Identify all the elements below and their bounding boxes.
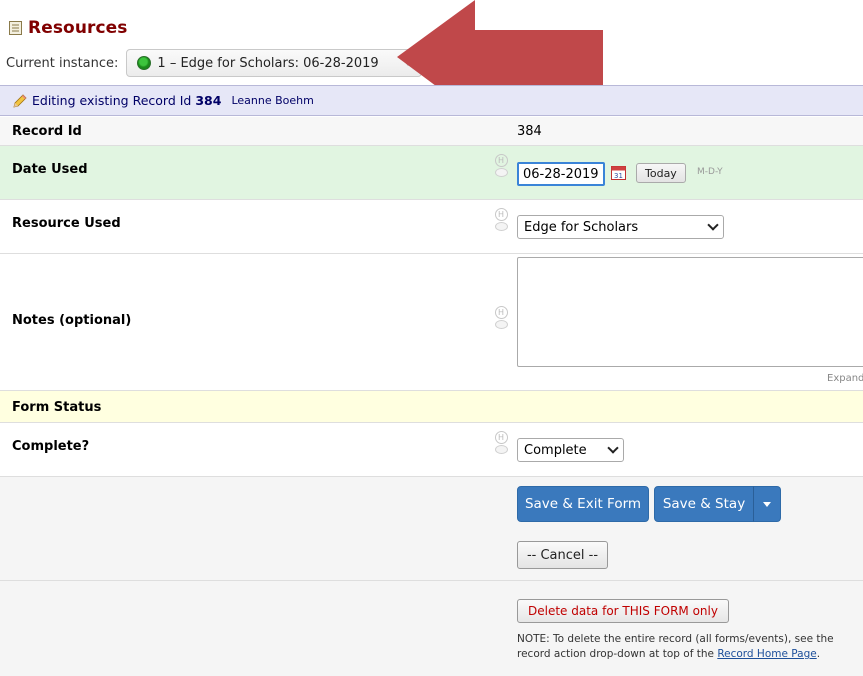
delete-form-button[interactable]: Delete data for THIS FORM only [517,599,729,623]
save-exit-button[interactable]: Save & Exit Form [517,486,649,522]
record-id-label: Record Id [12,124,82,139]
instance-label: Current instance: [6,55,119,71]
page-title: Resources [28,18,128,38]
save-options-dropdown[interactable] [753,486,781,522]
record-id-row: Record Id 384 [0,117,863,146]
date-format-hint: M-D-Y [697,167,723,177]
delete-row: Delete data for THIS FORM only NOTE: To … [0,581,863,676]
history-icon[interactable]: H [494,208,508,221]
editing-banner: Editing existing Record Id 384 Leanne Bo… [0,85,863,116]
status-complete-icon [137,56,152,70]
notes-textarea[interactable] [517,257,863,367]
caret-down-icon [763,501,771,507]
comment-icon[interactable] [494,320,508,329]
form-status-header: Form Status [0,391,863,423]
page-header: Resources [9,18,128,38]
comment-icon[interactable] [494,222,508,231]
chevron-down-icon [607,442,619,454]
form-status-label: Form Status [12,400,102,415]
expand-link[interactable]: Expand [827,373,863,384]
delete-note-end: . [816,648,821,660]
field-history: H [493,431,509,454]
date-used-label: Date Used [12,162,88,177]
resource-used-selected: Edge for Scholars [524,219,639,235]
delete-note: NOTE: To delete the entire record (all f… [517,632,863,662]
resource-used-label: Resource Used [12,216,121,231]
complete-select[interactable]: Complete [517,438,624,462]
record-id-value: 384 [517,124,542,139]
resource-used-select[interactable]: Edge for Scholars [517,215,724,239]
form-actions-row: Save & Exit Form Save & Stay -- Cancel -… [0,477,863,581]
comment-icon[interactable] [494,168,508,177]
complete-selected: Complete [524,442,587,458]
editing-user: Leanne Boehm [231,94,314,107]
chevron-down-icon [707,219,719,231]
instance-value: 1 – Edge for Scholars: 06-28-2019 [157,55,379,71]
editing-record-id: 384 [195,93,222,108]
instance-row: Current instance: 1 – Edge for Scholars:… [6,49,423,77]
complete-row: Complete? H Complete [0,423,863,477]
form-icon [9,21,22,35]
record-home-link[interactable]: Record Home Page [717,648,816,660]
date-used-input[interactable]: 06-28-2019 [517,162,605,186]
pencil-icon [13,93,27,108]
resource-used-row: Resource Used H Edge for Scholars [0,200,863,254]
today-button[interactable]: Today [636,163,686,183]
history-icon[interactable]: H [494,306,508,319]
complete-label: Complete? [12,439,90,454]
field-history: H [493,306,509,329]
comment-icon[interactable] [494,445,508,454]
save-stay-button[interactable]: Save & Stay [654,486,754,522]
calendar-icon[interactable]: 31 [611,164,626,180]
editing-text: Editing existing Record Id [32,93,192,108]
notes-label: Notes (optional) [12,313,132,328]
history-icon[interactable]: H [494,431,508,444]
cancel-button[interactable]: -- Cancel -- [517,541,608,569]
field-history: H [493,154,509,177]
svg-text:31: 31 [614,172,623,180]
history-icon[interactable]: H [494,154,508,167]
instance-dropdown[interactable]: 1 – Edge for Scholars: 06-28-2019 [126,49,423,77]
date-used-row: Date Used H 06-28-2019 31 Today M-D-Y [0,146,863,200]
notes-row: Notes (optional) H Expand [0,254,863,391]
field-history: H [493,208,509,231]
